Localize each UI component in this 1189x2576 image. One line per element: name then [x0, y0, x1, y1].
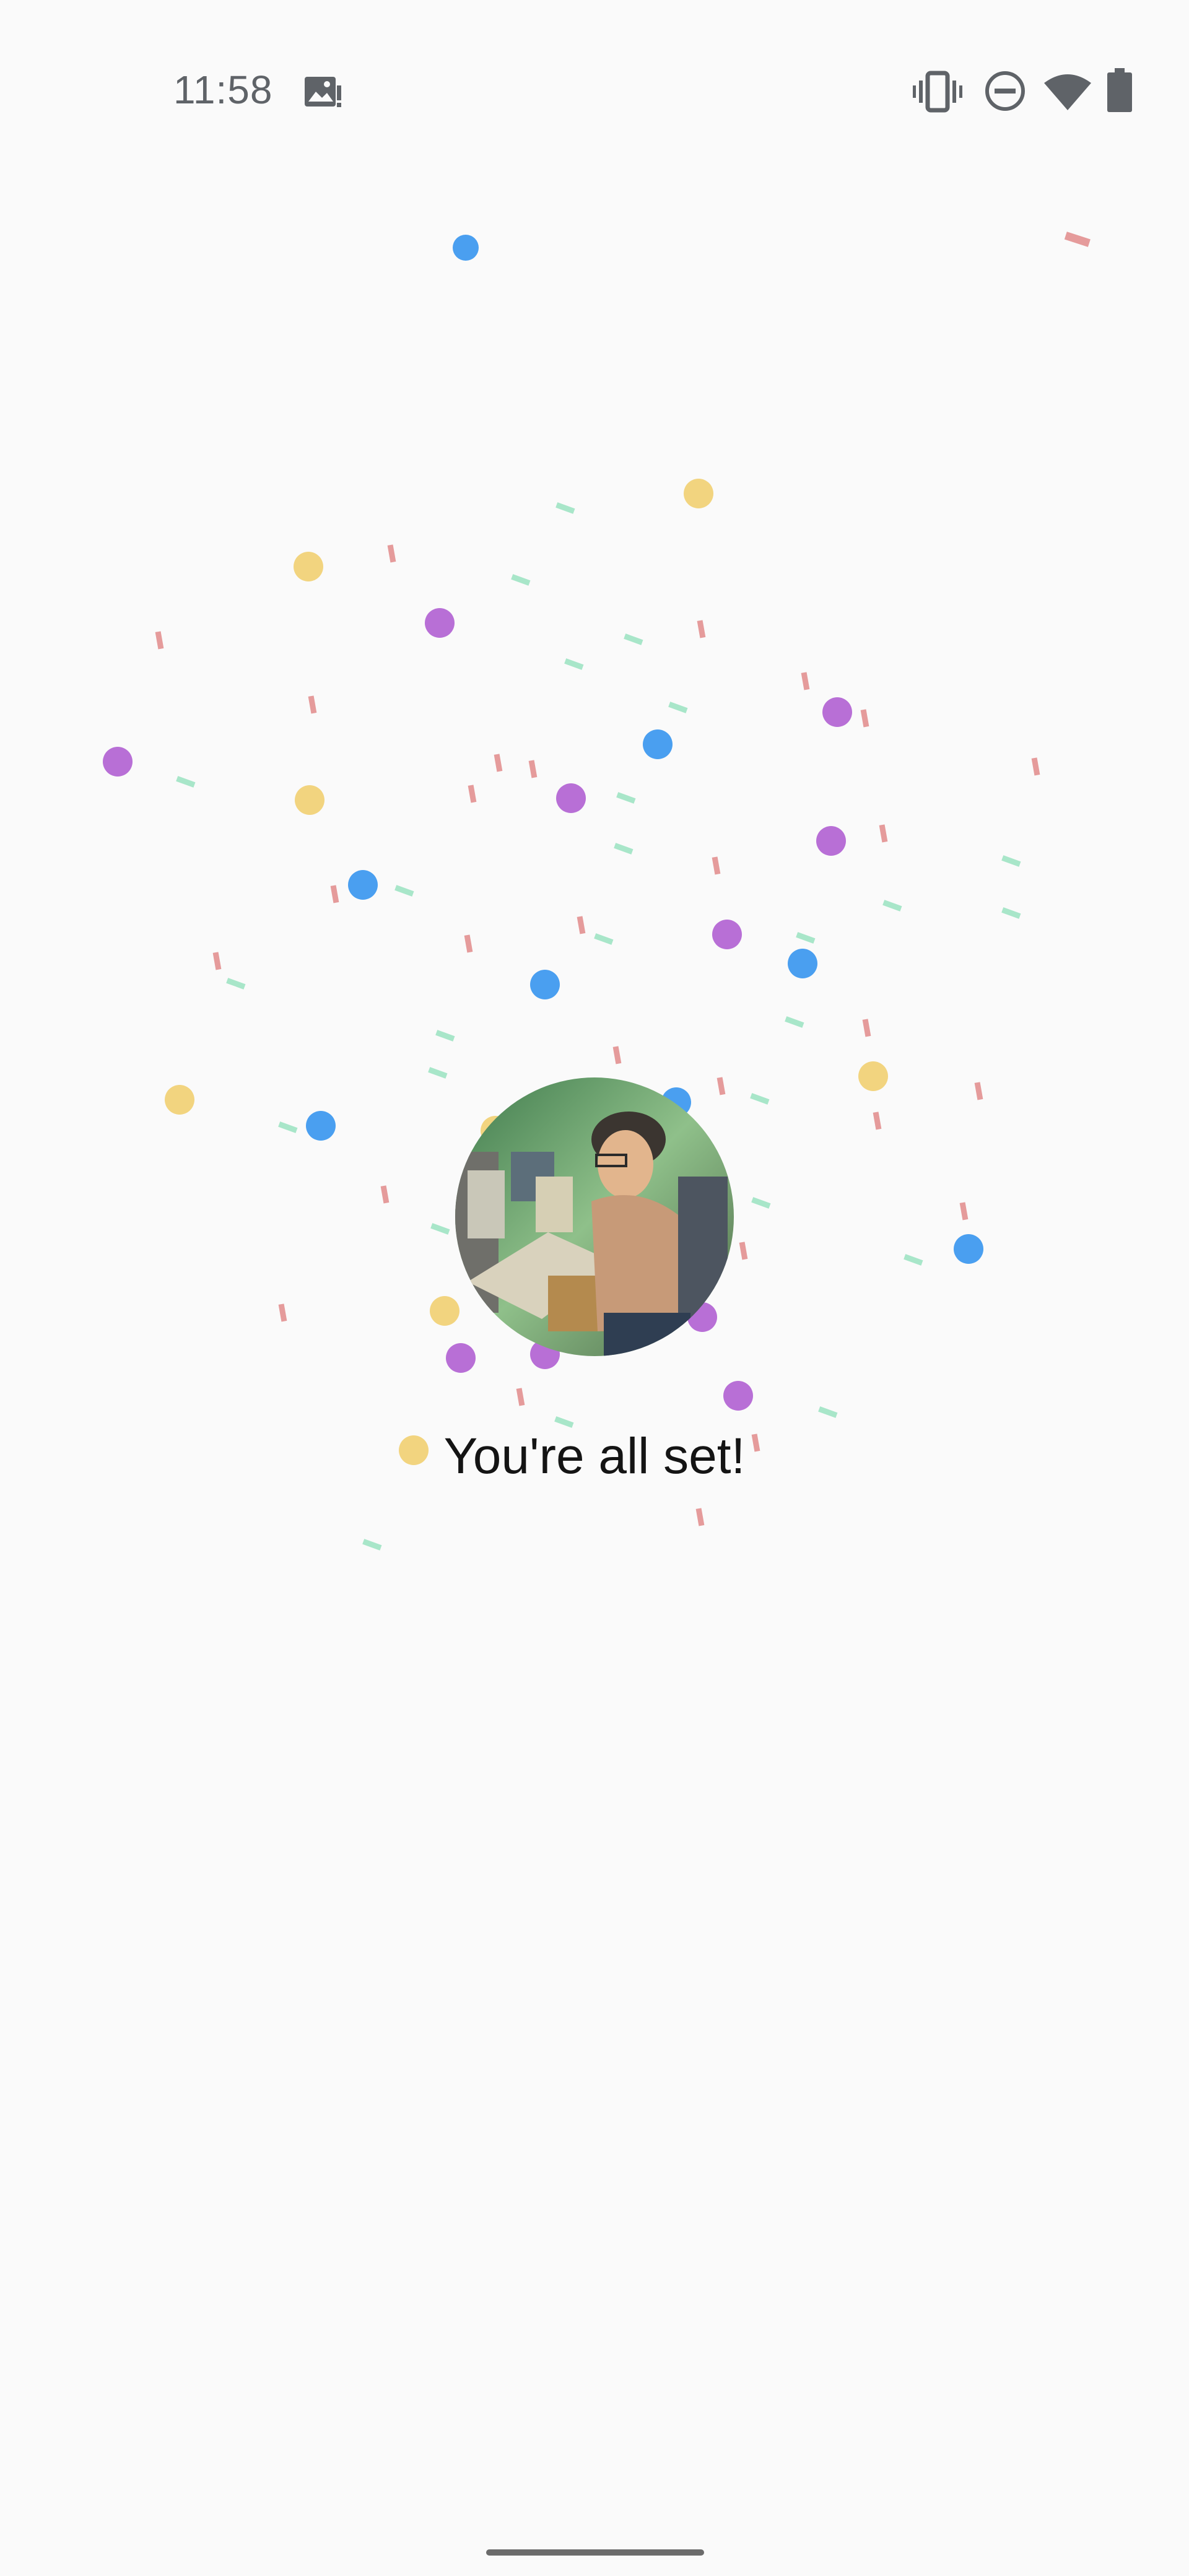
confetti-animation	[103, 232, 1091, 1551]
profile-photo	[455, 1077, 734, 1356]
profile-avatar	[455, 1077, 734, 1356]
do-not-disturb-icon	[985, 71, 1025, 111]
setup-complete-title: You're all set!	[443, 1428, 746, 1484]
vibrate-icon	[913, 71, 962, 113]
battery-icon	[1107, 68, 1132, 112]
status-bar: 11:58	[0, 0, 1189, 186]
status-time: 11:58	[173, 67, 273, 112]
gallery-notification-icon	[305, 77, 341, 107]
confetti-strips-green	[176, 502, 1021, 1551]
home-indicator[interactable]	[486, 2549, 704, 2556]
wifi-icon	[1044, 74, 1091, 110]
